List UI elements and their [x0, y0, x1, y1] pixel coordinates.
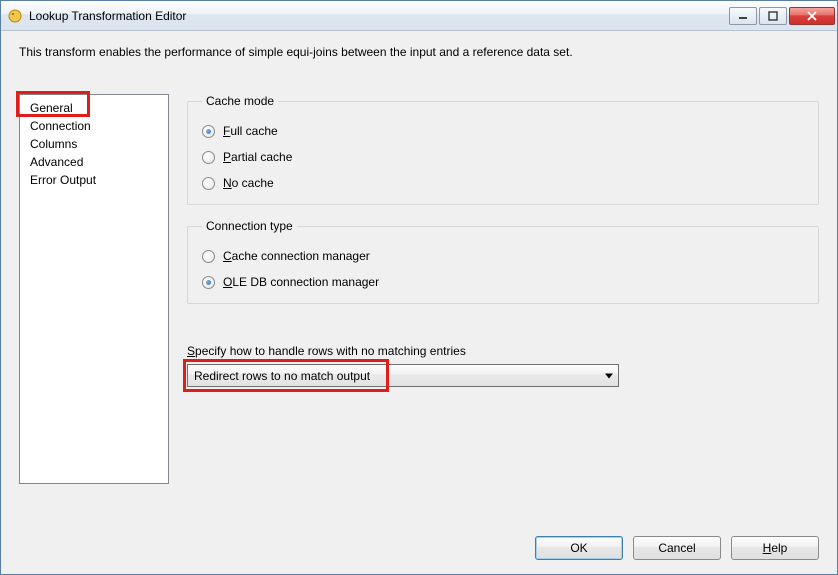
sidebar-item-general[interactable]: General	[20, 99, 168, 117]
dropdown-selected-value: Redirect rows to no match output	[194, 369, 370, 383]
radio-label: Cache connection manager	[223, 249, 370, 263]
sidebar-item-label: Connection	[30, 119, 91, 133]
radio-oledb-connection-manager[interactable]: OLE DB connection manager	[202, 269, 804, 295]
connection-type-group: Connection type Cache connection manager…	[187, 219, 819, 304]
main-panel: Cache mode Full cache Partial cache No c…	[187, 94, 819, 484]
sidebar-item-label: General	[30, 101, 73, 115]
no-match-label: Specify how to handle rows with no match…	[187, 344, 819, 358]
no-match-dropdown[interactable]: Redirect rows to no match output	[187, 364, 619, 387]
sidebar-item-advanced[interactable]: Advanced	[20, 153, 168, 171]
radio-full-cache[interactable]: Full cache	[202, 118, 804, 144]
radio-cache-connection-manager[interactable]: Cache connection manager	[202, 243, 804, 269]
sidebar-item-columns[interactable]: Columns	[20, 135, 168, 153]
radio-label: No cache	[223, 176, 274, 190]
radio-label: Partial cache	[223, 150, 292, 164]
titlebar: Lookup Transformation Editor	[1, 1, 837, 31]
radio-no-cache[interactable]: No cache	[202, 170, 804, 196]
maximize-button[interactable]	[759, 7, 787, 25]
chevron-down-icon	[605, 373, 613, 378]
close-button[interactable]	[789, 7, 835, 25]
minimize-button[interactable]	[729, 7, 757, 25]
radio-input-partial-cache[interactable]	[202, 151, 215, 164]
radio-label: Full cache	[223, 124, 278, 138]
radio-input-no-cache[interactable]	[202, 177, 215, 190]
sidebar-item-label: Columns	[30, 137, 77, 151]
sidebar-item-error-output[interactable]: Error Output	[20, 171, 168, 189]
radio-input-oledb-conn[interactable]	[202, 276, 215, 289]
sidebar-item-label: Advanced	[30, 155, 83, 169]
nav-sidebar: General Connection Columns Advanced Erro…	[19, 94, 169, 484]
dialog-window: Lookup Transformation Editor This transf…	[0, 0, 838, 575]
window-title: Lookup Transformation Editor	[29, 9, 729, 23]
window-control-group	[729, 7, 835, 25]
radio-partial-cache[interactable]: Partial cache	[202, 144, 804, 170]
cache-mode-legend: Cache mode	[202, 94, 278, 108]
cache-mode-group: Cache mode Full cache Partial cache No c…	[187, 94, 819, 205]
dialog-footer: OK Cancel Help	[1, 526, 837, 574]
sidebar-item-connection[interactable]: Connection	[20, 117, 168, 135]
ok-button[interactable]: OK	[535, 536, 623, 560]
help-button[interactable]: Help	[731, 536, 819, 560]
radio-label: OLE DB connection manager	[223, 275, 379, 289]
radio-input-cache-conn[interactable]	[202, 250, 215, 263]
sidebar-item-label: Error Output	[30, 173, 96, 187]
dialog-description: This transform enables the performance o…	[19, 45, 819, 59]
radio-input-full-cache[interactable]	[202, 125, 215, 138]
dialog-body: General Connection Columns Advanced Erro…	[19, 94, 819, 516]
app-icon	[7, 8, 23, 24]
cancel-button[interactable]: Cancel	[633, 536, 721, 560]
connection-type-legend: Connection type	[202, 219, 297, 233]
dialog-content: This transform enables the performance o…	[1, 31, 837, 526]
